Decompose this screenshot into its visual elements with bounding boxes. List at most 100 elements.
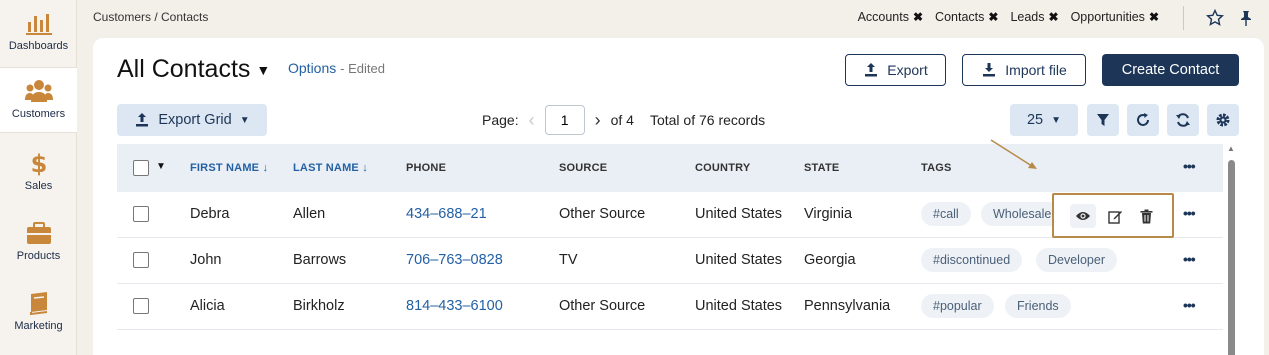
scroll-up-icon[interactable]: ▲ [1227,144,1235,153]
first-name-cell: John [190,252,222,268]
sidebar-item-label: Marketing [14,320,63,332]
column-label: FIRST NAME [190,162,260,174]
tag-badge: #call [921,202,971,226]
tab-leads[interactable]: Leads ✖ [1010,10,1058,24]
dollar-icon: $ [30,150,47,176]
column-header-source[interactable]: SOURCE [559,162,607,174]
page-number-input[interactable] [544,105,585,135]
state-cell: Virginia [804,206,853,222]
sidebar-item-label: Dashboards [8,40,69,52]
svg-text:$: $ [30,150,47,176]
sidebar-item-customers[interactable]: Customers [0,67,77,133]
tab-label: Accounts [857,10,909,24]
source-cell: Other Source [559,206,646,222]
country-cell: United States [695,206,783,222]
close-icon[interactable]: ✖ [1149,10,1159,24]
reset-button[interactable] [1127,104,1159,136]
annotation-arrow-icon [990,139,1037,169]
pin-icon[interactable] [1237,9,1255,27]
caret-down-icon[interactable]: ▼ [156,161,166,172]
page-size-value: 25 [1026,112,1044,128]
upload-icon [136,113,149,127]
tag-badge: Friends [1005,294,1071,318]
sidebar-item-dashboards[interactable]: Dashboards [0,0,77,66]
refresh-button[interactable] [1167,104,1199,136]
table-row[interactable]: Alicia Birkholz 814–433–6100 Other Sourc… [117,284,1223,330]
download-icon [983,63,996,77]
tab-contacts[interactable]: Contacts ✖ [935,10,998,24]
column-header-state[interactable]: STATE [804,162,839,174]
page-size-select[interactable]: 25 ▼ [1010,104,1078,136]
row-menu-icon[interactable]: ••• [1183,251,1196,267]
row-checkbox[interactable] [133,298,149,314]
row-menu-icon[interactable]: ••• [1183,297,1196,313]
filter-button[interactable] [1087,104,1119,136]
first-name-cell: Debra [190,206,230,222]
export-grid-button[interactable]: Export Grid ▼ [117,104,267,136]
tab-opportunities[interactable]: Opportunities ✖ [1071,10,1159,24]
scroll-thumb[interactable] [1228,160,1235,355]
export-grid-label: Export Grid [158,112,232,128]
close-icon[interactable]: ✖ [988,10,998,24]
create-contact-button[interactable]: Create Contact [1102,54,1239,86]
column-header-phone[interactable]: PHONE [406,162,446,174]
table-row[interactable]: John Barrows 706–763–0828 TV United Stat… [117,238,1223,284]
row-actions-highlight [1052,193,1174,238]
briefcase-icon [26,222,51,244]
state-cell: Georgia [804,252,856,268]
select-all-checkbox[interactable] [133,160,149,176]
total-records: Total of 76 records [649,112,766,128]
chevron-right-icon[interactable]: › [595,110,601,131]
source-cell: Other Source [559,298,646,314]
sidebar-item-marketing[interactable]: Marketing [0,280,77,346]
page-title: All Contacts [117,55,251,83]
view-button[interactable] [1070,204,1096,228]
column-header-first-name[interactable]: FIRST NAME ↓ [190,162,268,174]
view-options: Options - Edited [288,60,385,76]
sort-arrow-icon: ↓ [262,162,269,174]
tag-badge: #discontinued [921,248,1023,272]
import-file-button[interactable]: Import file [962,54,1086,86]
divider [1183,6,1184,30]
phone-link[interactable]: 706–763–0828 [406,252,503,268]
row-menu-icon[interactable]: ••• [1183,205,1196,221]
book-icon [29,292,47,316]
column-header-tags[interactable]: TAGS [921,162,952,174]
settings-button[interactable] [1207,104,1239,136]
caret-down-icon: ▼ [1051,114,1062,126]
tab-accounts[interactable]: Accounts ✖ [858,10,923,24]
delete-button[interactable] [1133,204,1159,228]
filter-icon [1097,114,1109,126]
chevron-left-icon[interactable]: ‹ [529,110,535,131]
last-name-cell: Allen [293,206,326,222]
phone-link[interactable]: 814–433–6100 [406,298,503,314]
row-checkbox[interactable] [133,252,149,268]
source-cell: TV [559,252,578,268]
view-selector[interactable]: All Contacts ▼ [117,55,270,84]
column-header-country[interactable]: COUNTRY [695,162,750,174]
column-menu-icon[interactable]: ••• [1183,158,1196,174]
sidebar: Dashboards Customers $ Sales Products Ma… [0,0,77,355]
close-icon[interactable]: ✖ [913,10,923,24]
country-cell: United States [695,252,783,268]
state-cell: Pennsylvania [804,298,891,314]
sort-arrow-icon: ↓ [362,162,368,174]
phone-link[interactable]: 434–688–21 [406,206,487,222]
options-link[interactable]: Options [288,60,336,76]
page-label: Page: [482,112,519,128]
close-icon[interactable]: ✖ [1049,10,1059,24]
column-header-last-name[interactable]: LAST NAME ↓ [293,162,368,174]
bar-chart-icon [25,14,52,35]
refresh-icon [1176,113,1190,127]
tag-badge: Developer [1036,248,1117,272]
sidebar-item-products[interactable]: Products [0,210,77,276]
sidebar-item-label: Customers [11,108,66,120]
vertical-scrollbar[interactable]: ▲ [1227,144,1236,355]
row-checkbox[interactable] [133,206,149,222]
caret-down-icon: ▼ [239,114,250,126]
sidebar-item-sales[interactable]: $ Sales [0,140,77,206]
open-tabs: Accounts ✖ Contacts ✖ Leads ✖ Opportunities… [858,10,1159,24]
star-icon[interactable] [1206,9,1224,27]
export-button[interactable]: Export [845,54,946,86]
edit-button[interactable] [1102,204,1128,228]
